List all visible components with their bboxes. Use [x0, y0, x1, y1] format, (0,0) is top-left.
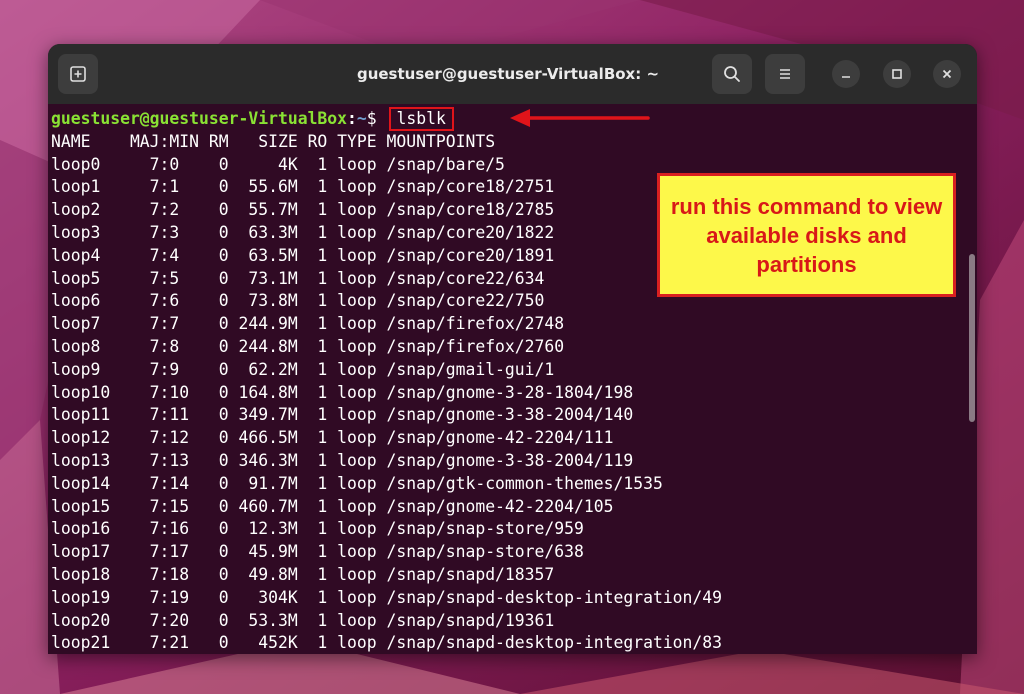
- maximize-icon: [892, 69, 902, 79]
- close-button[interactable]: [933, 60, 961, 88]
- minimize-icon: [842, 76, 850, 78]
- output-line: loop19 7:19 0 304K 1 loop /snap/snapd-de…: [51, 587, 723, 607]
- hamburger-menu-icon: [780, 69, 790, 79]
- output-line: loop7 7:7 0 244.9M 1 loop /snap/firefox/…: [51, 314, 565, 334]
- maximize-button[interactable]: [883, 60, 911, 88]
- output-line: loop17 7:17 0 45.9M 1 loop /snap/snap-st…: [51, 542, 584, 562]
- output-line: loop14 7:14 0 91.7M 1 loop /snap/gtk-com…: [51, 473, 663, 493]
- search-button[interactable]: [712, 54, 752, 94]
- output-line: loop12 7:12 0 466.5M 1 loop /snap/gnome-…: [51, 428, 614, 448]
- prompt-user-host: guestuser@guestuser-VirtualBox: [51, 109, 348, 128]
- output-line: loop0 7:0 0 4K 1 loop /snap/bare/5: [51, 154, 505, 174]
- output-line: loop6 7:6 0 73.8M 1 loop /snap/core22/75…: [51, 291, 545, 311]
- command-text: lsblk: [388, 107, 454, 131]
- output-line: NAME MAJ:MIN RM SIZE RO TYPE MOUNTPOINTS: [51, 131, 496, 151]
- prompt-separator: :: [347, 109, 357, 128]
- output-line: loop10 7:10 0 164.8M 1 loop /snap/gnome-…: [51, 382, 634, 402]
- output-line: loop4 7:4 0 63.5M 1 loop /snap/core20/18…: [51, 245, 555, 265]
- close-icon: [942, 69, 952, 79]
- output-line: loop3 7:3 0 63.3M 1 loop /snap/core20/18…: [51, 222, 555, 242]
- terminal-output: guestuser@guestuser-VirtualBox:~$ lsblk …: [51, 107, 723, 654]
- output-line: loop13 7:13 0 346.3M 1 loop /snap/gnome-…: [51, 450, 634, 470]
- output-line: loop9 7:9 0 62.2M 1 loop /snap/gmail-gui…: [51, 359, 555, 379]
- arrow-left-icon: [510, 109, 650, 127]
- menu-button[interactable]: [765, 54, 805, 94]
- terminal-window: guestuser@guestuser-VirtualBox: ~ guestu…: [48, 44, 977, 654]
- scrollbar-thumb[interactable]: [969, 254, 975, 422]
- search-icon: [724, 66, 740, 82]
- output-line: loop1 7:1 0 55.6M 1 loop /snap/core18/27…: [51, 177, 555, 197]
- new-tab-button[interactable]: [58, 54, 98, 94]
- prompt-path: ~: [356, 109, 367, 128]
- annotation-callout: run this command to view available disks…: [657, 173, 956, 297]
- output-line: loop20 7:20 0 53.3M 1 loop /snap/snapd/1…: [51, 610, 555, 630]
- output-line: loop18 7:18 0 49.8M 1 loop /snap/snapd/1…: [51, 564, 555, 584]
- output-line: loop11 7:11 0 349.7M 1 loop /snap/gnome-…: [51, 405, 634, 425]
- output-line: loop2 7:2 0 55.7M 1 loop /snap/core18/27…: [51, 200, 555, 220]
- window-title: guestuser@guestuser-VirtualBox: ~: [356, 65, 660, 83]
- output-line: loop15 7:15 0 460.7M 1 loop /snap/gnome-…: [51, 496, 614, 516]
- output-line: loop21 7:21 0 452K 1 loop /snap/snapd-de…: [51, 633, 723, 653]
- output-line: loop5 7:5 0 73.1M 1 loop /snap/core22/63…: [51, 268, 545, 288]
- new-tab-icon: [70, 66, 86, 82]
- title-bar: guestuser@guestuser-VirtualBox: ~: [48, 44, 977, 104]
- output-line: loop8 7:8 0 244.8M 1 loop /snap/firefox/…: [51, 336, 565, 356]
- minimize-button[interactable]: [832, 60, 860, 88]
- prompt-symbol: $: [366, 109, 387, 128]
- output-line: loop16 7:16 0 12.3M 1 loop /snap/snap-st…: [51, 519, 584, 539]
